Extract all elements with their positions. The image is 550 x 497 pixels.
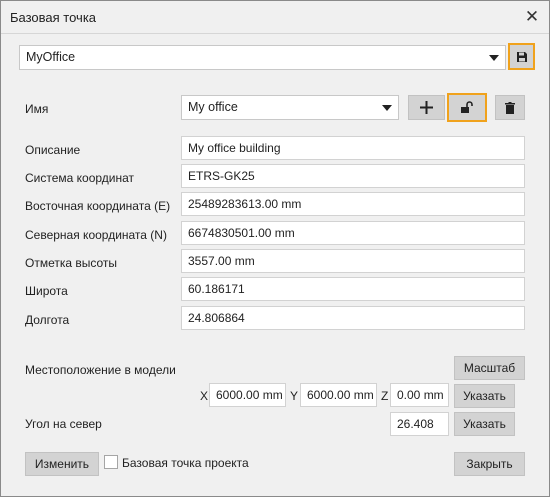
base-point-select[interactable]: MyOffice (19, 45, 506, 70)
name-label: Имя (25, 102, 49, 116)
lock-toggle-button[interactable] (447, 93, 487, 122)
longitude-field[interactable]: 24.806864 (181, 306, 525, 330)
latitude-label: Широта (25, 284, 68, 298)
north-angle-label: Угол на север (25, 417, 102, 431)
model-location-label: Местоположение в модели (25, 363, 176, 377)
name-select-value: My office (188, 100, 238, 114)
z-axis-label: Z (381, 389, 389, 403)
z-field[interactable]: 0.00 mm (390, 383, 449, 407)
x-axis-label: X (200, 389, 209, 403)
plus-icon (420, 101, 433, 114)
y-field[interactable]: 6000.00 mm (300, 383, 377, 407)
save-button[interactable] (508, 43, 535, 70)
north-angle-field[interactable]: 26.408 (390, 412, 449, 436)
base-point-select-value: MyOffice (26, 50, 76, 64)
scale-button[interactable]: Масштаб (454, 356, 525, 380)
easting-field[interactable]: 25489283613.00 mm (181, 192, 525, 216)
title-bar: Базовая точка ✕ (1, 1, 549, 34)
longitude-label: Долгота (25, 313, 70, 327)
coordinate-system-field[interactable]: ETRS-GK25 (181, 164, 525, 188)
name-select[interactable]: My office (181, 95, 399, 120)
chevron-down-icon (382, 105, 392, 111)
easting-label: Восточная координата (E) (25, 199, 171, 213)
description-field[interactable]: My office building (181, 136, 525, 160)
pick-north-button[interactable]: Указать (454, 412, 515, 436)
modify-button[interactable]: Изменить (25, 452, 99, 476)
pick-location-button[interactable]: Указать (454, 384, 515, 408)
project-base-point-label: Базовая точка проекта (122, 456, 249, 470)
close-button[interactable]: Закрыть (454, 452, 525, 476)
trash-icon (505, 101, 515, 114)
delete-button[interactable] (495, 95, 525, 120)
add-button[interactable] (408, 95, 445, 120)
x-field[interactable]: 6000.00 mm (209, 383, 286, 407)
window-title: Базовая точка (10, 10, 97, 25)
y-axis-label: Y (290, 389, 299, 403)
coordinate-system-label: Система координат (25, 171, 135, 185)
northing-label: Северная координата (N) (25, 228, 167, 242)
chevron-down-icon (489, 55, 499, 61)
elevation-field[interactable]: 3557.00 mm (181, 249, 525, 273)
latitude-field[interactable]: 60.186171 (181, 277, 525, 301)
dialog-window: Базовая точка ✕ MyOffice Имя My office О… (0, 0, 550, 497)
close-icon[interactable]: ✕ (521, 6, 543, 28)
floppy-disk-icon (516, 51, 527, 62)
description-label: Описание (25, 143, 81, 157)
northing-field[interactable]: 6674830501.00 mm (181, 221, 525, 245)
project-base-point-checkbox[interactable] (104, 455, 118, 469)
unlock-icon (461, 101, 473, 113)
elevation-label: Отметка высоты (25, 256, 118, 270)
